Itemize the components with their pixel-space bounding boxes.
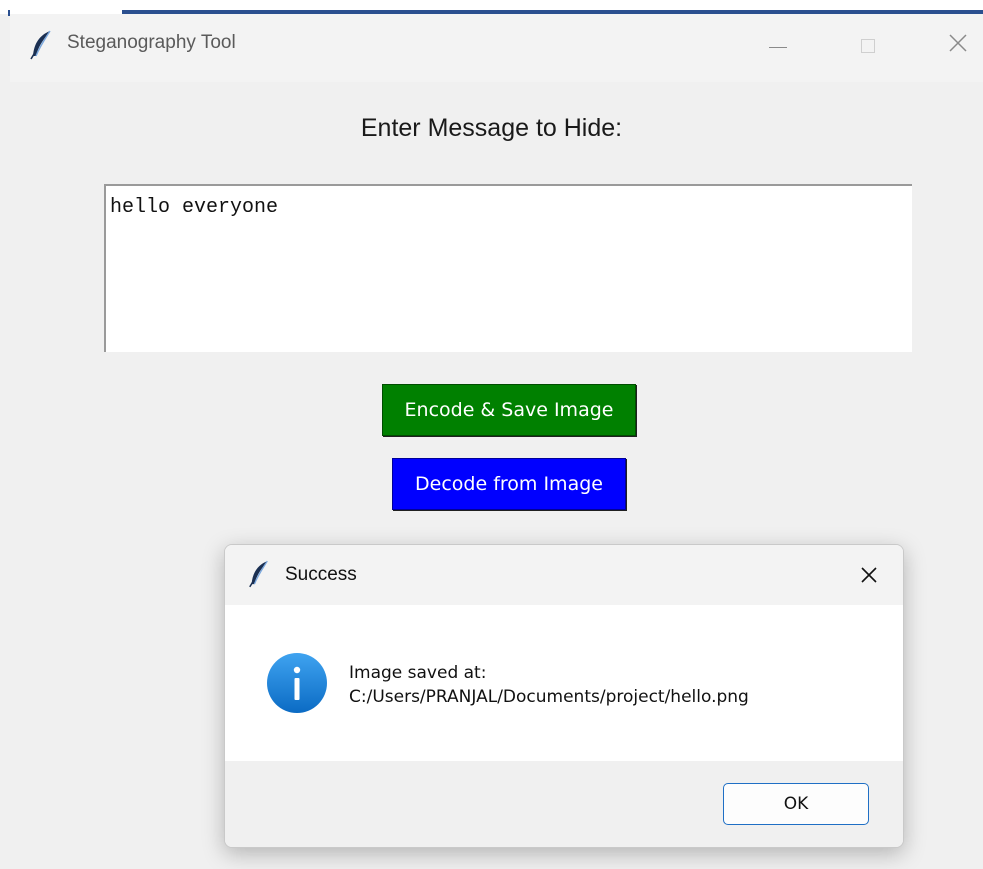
window-title: Steganography Tool xyxy=(67,32,236,53)
dialog-body: Image saved at: C:/Users/PRANJAL/Documen… xyxy=(225,605,903,761)
dialog-title: Success xyxy=(285,564,357,585)
encode-save-button[interactable]: Encode & Save Image xyxy=(382,384,636,436)
feather-icon xyxy=(28,30,54,60)
message-prompt-label: Enter Message to Hide: xyxy=(360,114,623,142)
dialog-titlebar[interactable]: Success xyxy=(225,545,903,605)
dialog-message: Image saved at: C:/Users/PRANJAL/Documen… xyxy=(349,661,749,709)
info-icon xyxy=(265,651,329,715)
maximize-icon xyxy=(861,39,875,53)
dialog-close-button[interactable] xyxy=(849,557,889,597)
close-button[interactable] xyxy=(935,26,981,66)
maximize-button[interactable] xyxy=(845,26,891,66)
ok-button[interactable]: OK xyxy=(723,783,869,825)
dialog-feather-icon xyxy=(247,559,271,589)
dialog-message-line1: Image saved at: xyxy=(349,663,487,683)
window-titlebar[interactable]: Steganography Tool xyxy=(10,14,983,82)
minimize-button[interactable] xyxy=(755,26,801,66)
close-icon xyxy=(859,565,879,590)
background-window-strip xyxy=(0,0,983,16)
message-text-area[interactable]: hello everyone xyxy=(104,184,912,352)
decode-button[interactable]: Decode from Image xyxy=(392,458,626,510)
dialog-footer: OK xyxy=(225,761,903,847)
dialog-message-path: C:/Users/PRANJAL/Documents/project/hello… xyxy=(349,687,749,707)
minimize-icon xyxy=(769,46,787,48)
success-dialog: Success Image saved at: C:/Users/PRANJAL… xyxy=(224,544,904,848)
close-icon xyxy=(948,32,968,60)
